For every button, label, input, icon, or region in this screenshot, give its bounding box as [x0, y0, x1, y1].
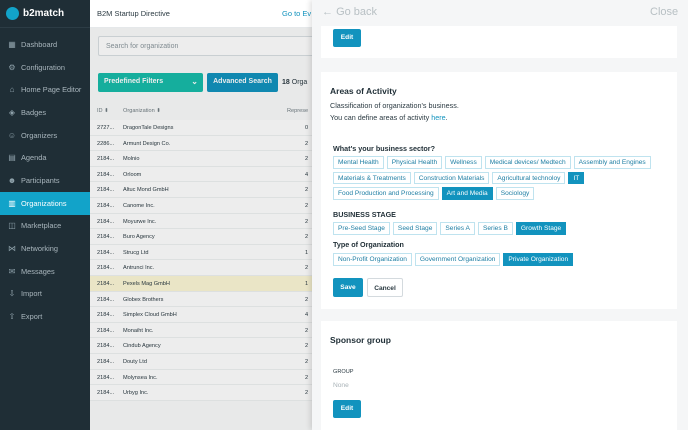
sidebar-item-label: Badges: [21, 107, 47, 117]
sidebar-item-networking[interactable]: ⋈ Networking: [0, 237, 90, 260]
modal-backdrop[interactable]: [90, 28, 312, 430]
tag-chip[interactable]: Materials & Treatments: [333, 171, 411, 184]
areas-of-activity-card: Areas of Activity Classification of orga…: [321, 72, 677, 309]
tag-chip[interactable]: Construction Materials: [413, 171, 490, 184]
sidebar-item-label: Import: [21, 289, 42, 299]
sidebar-item-dashboard[interactable]: ▦ Dashboard: [0, 33, 90, 56]
networking-icon: ⋈: [8, 244, 16, 254]
tag-chip[interactable]: Agricultural technoloy: [492, 171, 566, 184]
sidebar-item-organizers[interactable]: ☺ Organizers: [0, 124, 90, 147]
tag-chip[interactable]: Series B: [477, 222, 513, 235]
sidebar-item-label: Configuration: [21, 62, 65, 72]
tag-chip[interactable]: Non-Profit Organization: [333, 253, 412, 266]
sidebar-item-agenda[interactable]: ▤ Agenda: [0, 146, 90, 169]
areas-title: Areas of Activity: [330, 86, 397, 96]
tag-chip[interactable]: Medical devices/ Medtech: [484, 156, 571, 169]
define-areas-link[interactable]: here: [431, 113, 445, 122]
go-to-event-link[interactable]: Go to Ev: [282, 9, 311, 18]
sidebar-item-export[interactable]: ⇧ Export: [0, 305, 90, 328]
sidebar-item-marketplace[interactable]: ◫ Marketplace: [0, 215, 90, 238]
tag-chip[interactable]: Mental Health: [333, 156, 384, 169]
panel-header: ← Go back Close: [312, 0, 688, 26]
sidebar-item-label: Messages: [21, 266, 55, 276]
sponsor-group-card: Sponsor group GROUP None Edit: [321, 321, 677, 430]
logo-icon: [6, 7, 19, 20]
cancel-button[interactable]: Cancel: [367, 278, 403, 297]
app-name: b2match: [23, 8, 65, 19]
tag-chip[interactable]: Growth Stage: [515, 222, 567, 235]
export-icon: ⇧: [8, 312, 16, 322]
sidebar-item-label: Marketplace: [21, 221, 62, 231]
tag-chip[interactable]: Pre-Seed Stage: [333, 222, 390, 235]
sidebar: b2match ▦ Dashboard ⚙ Configuration ⌂ Home Pa…: [0, 0, 90, 430]
home-icon: ⌂: [9, 85, 15, 95]
calendar-icon: ▤: [8, 153, 16, 163]
tag-chip[interactable]: Food Production and Processing: [333, 187, 439, 200]
edit-button[interactable]: Edit: [333, 29, 361, 47]
sector-chips: Mental Health Physical Health Wellness Medi…: [333, 156, 673, 200]
messages-icon: ✉: [8, 266, 16, 276]
type-chips: Non-Profit Organization Government Organi…: [333, 253, 673, 266]
app: b2match ▦ Dashboard ⚙ Configuration ⌂ Home Pa…: [0, 0, 688, 430]
type-label: Type of Organization: [333, 240, 404, 249]
sidebar-item-label: Export: [21, 312, 43, 322]
organization-detail-panel: ← Go back Close Edit Areas of Activity C…: [312, 0, 688, 430]
import-icon: ⇩: [8, 289, 16, 299]
sidebar-nav: ▦ Dashboard ⚙ Configuration ⌂ Home Page Edito…: [0, 33, 90, 328]
dashboard-icon: ▦: [8, 39, 16, 49]
sidebar-item-messages[interactable]: ✉ Messages: [0, 260, 90, 283]
tag-chip[interactable]: Physical Health: [386, 156, 443, 169]
participants-icon: ☻: [7, 175, 17, 185]
sponsor-group-title: Sponsor group: [330, 335, 391, 345]
sidebar-item-label: Agenda: [21, 153, 47, 163]
badge-icon: ◈: [8, 107, 16, 117]
areas-description-prefix: You can define areas of activity: [330, 113, 432, 122]
sidebar-item-organizations[interactable]: ▥ Organizations: [0, 191, 90, 215]
areas-description-suffix: .: [445, 113, 448, 122]
sidebar-item-label: Dashboard: [21, 39, 58, 49]
organizers-icon: ☺: [7, 130, 17, 140]
tag-chip[interactable]: Assembly and Engines: [573, 156, 651, 169]
tag-chip[interactable]: IT: [568, 171, 585, 184]
go-back-button[interactable]: ← Go back: [322, 6, 377, 18]
sidebar-item-import[interactable]: ⇩ Import: [0, 283, 90, 306]
sidebar-item-label: Networking: [21, 244, 58, 254]
sidebar-item-badges[interactable]: ◈ Badges: [0, 101, 90, 124]
tag-chip[interactable]: Seed Stage: [392, 222, 438, 235]
tag-chip[interactable]: Art and Media: [441, 187, 493, 200]
previous-section-card: Edit: [321, 26, 677, 58]
tag-chip[interactable]: Sociology: [495, 187, 535, 200]
areas-description: Classification of organization's busines…: [330, 100, 459, 124]
sponsor-edit-button[interactable]: Edit: [333, 400, 361, 418]
building-icon: ▥: [8, 198, 16, 208]
tag-chip[interactable]: Wellness: [445, 156, 482, 169]
group-label: GROUP: [333, 369, 354, 375]
tag-chip[interactable]: Government Organization: [414, 253, 501, 266]
sector-label: What's your business sector?: [333, 144, 435, 153]
sidebar-item-label: Participants: [21, 175, 60, 185]
sidebar-item-label: Home Page Editor: [21, 85, 82, 95]
sidebar-item-label: Organizers: [21, 130, 58, 140]
areas-description-line2: You can define areas of activity here.: [330, 112, 459, 124]
close-button[interactable]: Close: [650, 6, 678, 18]
sidebar-item-configuration[interactable]: ⚙ Configuration: [0, 56, 90, 79]
sidebar-item-label: Organizations: [21, 198, 67, 208]
tag-chip[interactable]: Series A: [440, 222, 475, 235]
gear-icon: ⚙: [8, 62, 16, 72]
sidebar-item-participants[interactable]: ☻ Participants: [0, 169, 90, 192]
group-value: None: [333, 382, 349, 389]
business-stage-label: BUSINESS STAGE: [333, 210, 396, 219]
arrow-left-icon: ←: [322, 6, 333, 18]
stage-chips: Pre-Seed Stage Seed Stage Series A Series B…: [333, 222, 673, 235]
sidebar-item-home-page-editor[interactable]: ⌂ Home Page Editor: [0, 78, 90, 101]
areas-description-line1: Classification of organization's busines…: [330, 101, 459, 110]
app-logo[interactable]: b2match: [0, 0, 90, 28]
event-title: B2M Startup Directive: [97, 9, 170, 18]
save-button[interactable]: Save: [333, 278, 363, 297]
marketplace-icon: ◫: [8, 221, 16, 231]
go-back-label: Go back: [336, 6, 378, 18]
tag-chip[interactable]: Private Organization: [503, 253, 574, 266]
